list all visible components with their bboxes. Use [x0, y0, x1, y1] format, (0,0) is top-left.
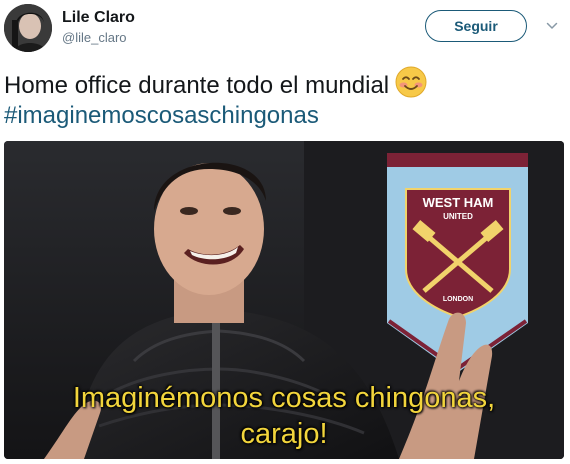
author-name[interactable]: Lile Claro — [62, 8, 135, 28]
media-image[interactable]: WEST HAM UNITED LONDON Imaginémonos cosa… — [4, 141, 564, 459]
tweet-text: Home office durante todo el mundial #ima… — [4, 66, 564, 131]
hashtag-link[interactable]: #imaginemoscosaschingonas — [4, 102, 319, 129]
author-handle[interactable]: @lile_claro — [62, 30, 127, 46]
avatar[interactable] — [4, 4, 52, 52]
tweet-body: Home office durante todo el mundial — [4, 72, 390, 99]
pennant-text-bottom: LONDON — [443, 296, 473, 303]
meme-subtitle-line-2: carajo! — [240, 418, 328, 450]
avatar-image — [4, 4, 52, 52]
pennant-text-top: WEST HAM — [423, 195, 494, 210]
chevron-down-icon[interactable] — [546, 20, 558, 32]
blushing-smile-emoji-icon — [395, 66, 427, 98]
tweet-card: Lile Claro @lile_claro Seguir Home offic… — [0, 0, 570, 464]
meme-subtitle-line-1: Imaginémonos cosas chingonas, — [72, 382, 496, 414]
follow-button[interactable]: Seguir — [425, 10, 527, 42]
pennant-text-mid: UNITED — [443, 212, 473, 221]
